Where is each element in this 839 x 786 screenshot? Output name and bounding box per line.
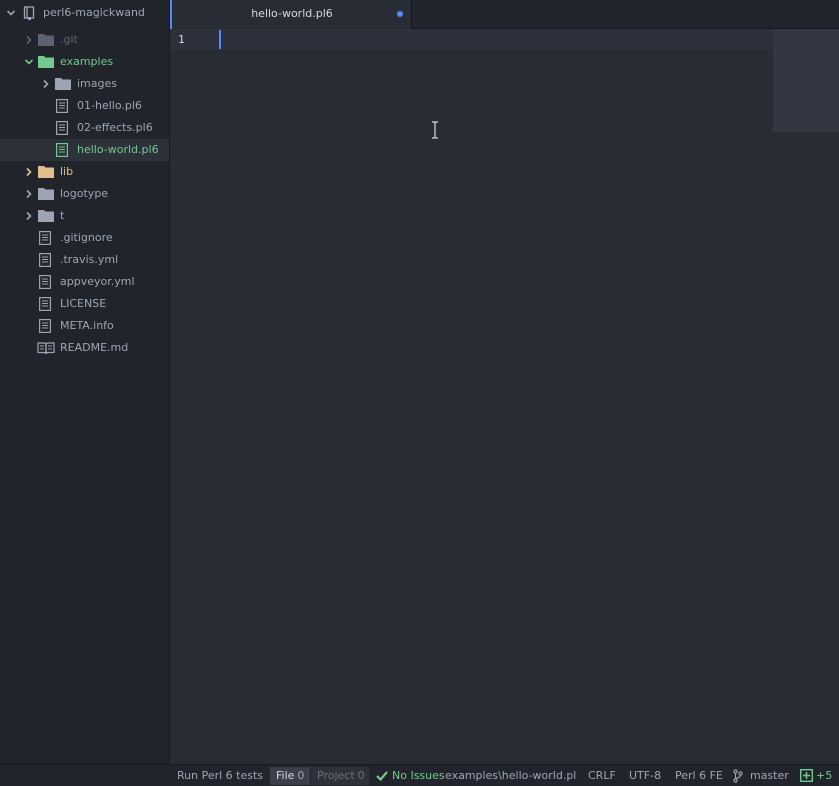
chevron-right-icon[interactable] [41, 79, 51, 89]
git-branch[interactable]: master [750, 769, 789, 783]
encoding-selector[interactable]: UTF-8 [629, 769, 661, 783]
file-text-icon [39, 319, 55, 333]
chevron-right-icon[interactable] [24, 211, 34, 221]
tree-item-label: 02-effects.pl6 [77, 121, 153, 134]
folder-icon [38, 55, 54, 69]
linter-project-tab[interactable]: Project 0 [311, 767, 369, 785]
tree-item-t[interactable]: t [0, 205, 169, 227]
file-text-icon [39, 231, 55, 245]
file-text-icon [39, 275, 55, 289]
tree-item-license[interactable]: LICENSE [0, 293, 169, 315]
minimap-visible-area[interactable] [773, 29, 839, 132]
tree-item-travis[interactable]: .travis.yml [0, 249, 169, 271]
file-text-icon [39, 253, 55, 267]
tree-item-appveyor[interactable]: appveyor.yml [0, 271, 169, 293]
book-icon [37, 341, 55, 355]
tree-item-lib[interactable]: lib [0, 161, 169, 183]
linter-project-count: 0 [357, 769, 365, 782]
tree-item-label: t [60, 209, 65, 222]
project-root[interactable]: perl6-magickwand [0, 2, 169, 24]
tree-view: perl6-magickwand .git examples images 01… [0, 0, 170, 764]
grammar-selector[interactable]: Perl 6 FE [675, 769, 723, 783]
tree-item-meta[interactable]: META.info [0, 315, 169, 337]
project-name: perl6-magickwand [43, 6, 145, 19]
tree-item-label: hello-world.pl6 [77, 143, 159, 156]
folder-icon [38, 209, 54, 223]
file-text-icon [39, 297, 55, 311]
text-caret [219, 30, 221, 49]
tree-item-logotype[interactable]: logotype [0, 183, 169, 205]
tree-item-label: README.md [60, 341, 129, 354]
run-tests-button[interactable]: Run Perl 6 tests [177, 769, 263, 783]
file-path[interactable]: examples\hello-world.pl [445, 769, 576, 783]
linter-file-label: File [276, 769, 295, 782]
file-text-icon [56, 121, 72, 135]
repo-icon [22, 6, 38, 20]
folder-icon [38, 187, 54, 201]
chevron-down-icon[interactable] [6, 8, 16, 18]
linter-project-label: Project [317, 769, 355, 782]
tab-title: hello-world.pl6 [251, 7, 333, 20]
cursor-line-highlight [170, 29, 773, 50]
tree-item-label: 01-hello.pl6 [77, 99, 142, 112]
text-editor[interactable]: 1 [170, 29, 839, 764]
tab-bar: hello-world.pl6 [170, 0, 839, 29]
tree-item-label: images [77, 77, 117, 90]
tree-item-label: .git [60, 33, 78, 46]
tree-item-label: logotype [60, 187, 109, 200]
folder-icon [55, 77, 71, 91]
tree-item-label: lib [60, 165, 74, 178]
modified-indicator-icon[interactable] [397, 11, 403, 17]
tree-item-examples[interactable]: examples [0, 51, 169, 73]
tree-item-label: LICENSE [60, 297, 107, 310]
tree-item-label: META.info [60, 319, 114, 332]
chevron-right-icon[interactable] [24, 35, 34, 45]
tree-item-gitignore[interactable]: .gitignore [0, 227, 169, 249]
line-number: 1 [178, 33, 185, 46]
linter-status[interactable]: No Issues [392, 769, 445, 783]
folder-icon [38, 165, 54, 179]
status-bar: Run Perl 6 tests File 0 Project 0 No Issue… [0, 764, 839, 786]
tree-item-readme[interactable]: README.md [0, 337, 169, 359]
tree-item-02-effects[interactable]: 02-effects.pl6 [0, 117, 169, 139]
tree-item-images[interactable]: images [0, 73, 169, 95]
tree-item-label: examples [60, 55, 114, 68]
linter-file-count: 0 [297, 769, 305, 782]
chevron-right-icon[interactable] [24, 189, 34, 199]
file-text-icon [56, 99, 72, 113]
tree-item-label: .travis.yml [60, 253, 119, 266]
chevron-right-icon[interactable] [24, 167, 34, 177]
tree-item-01-hello[interactable]: 01-hello.pl6 [0, 95, 169, 117]
ibeam-cursor-icon [430, 121, 440, 139]
chevron-down-icon[interactable] [24, 57, 34, 67]
tree-item-label: appveyor.yml [60, 275, 135, 288]
linter-file-tab[interactable]: File 0 [270, 767, 310, 785]
line-ending-selector[interactable]: CRLF [588, 769, 616, 783]
git-branch-icon [733, 769, 743, 786]
git-diff-count[interactable]: +5 [816, 769, 832, 783]
file-text-icon [56, 143, 72, 157]
diff-added-icon [799, 768, 814, 786]
folder-icon [38, 33, 54, 47]
check-icon [376, 770, 388, 785]
tab-hello-world[interactable]: hello-world.pl6 [170, 0, 412, 29]
tree-item-label: .gitignore [60, 231, 113, 244]
tree-item-hello-world[interactable]: hello-world.pl6 [0, 139, 169, 161]
tree-item-git[interactable]: .git [0, 29, 169, 51]
